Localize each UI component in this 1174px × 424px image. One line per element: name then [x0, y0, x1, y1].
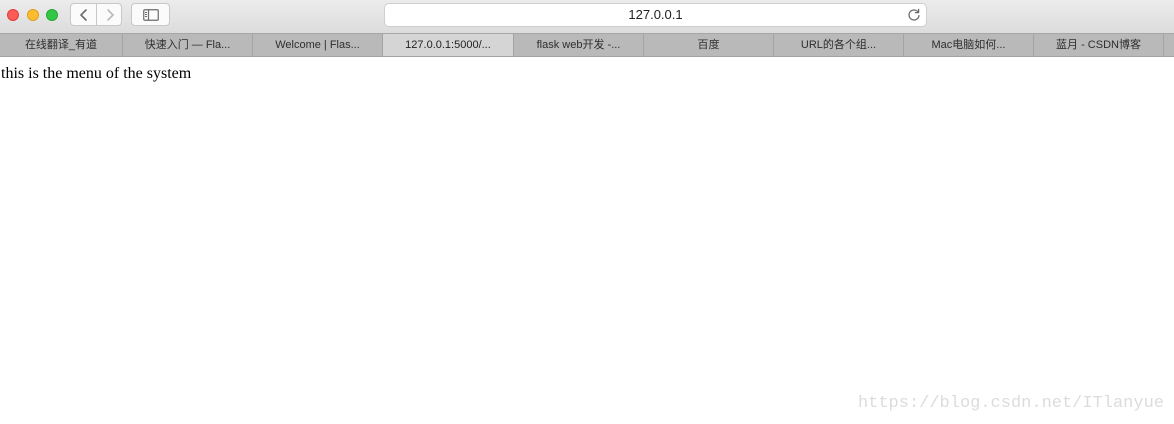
- back-arrow-icon: [79, 8, 87, 21]
- address-text[interactable]: 127.0.0.1: [385, 4, 926, 26]
- tab-url-components[interactable]: URL的各个组...: [774, 34, 904, 56]
- close-window-button[interactable]: [7, 9, 19, 21]
- tab-youdao-translate[interactable]: 在线翻译_有道: [0, 34, 123, 56]
- tab-csdn-blog[interactable]: 蓝月 - CSDN博客: [1034, 34, 1164, 56]
- forward-button[interactable]: [97, 4, 122, 25]
- page-body-text: this is the menu of the system: [1, 65, 192, 82]
- sidebar-icon: [142, 8, 159, 21]
- reload-icon[interactable]: [906, 7, 922, 23]
- address-bar[interactable]: 127.0.0.1: [384, 3, 927, 27]
- sidebar-toggle-button[interactable]: [131, 3, 170, 26]
- tab-baidu[interactable]: 百度: [644, 34, 774, 56]
- minimize-window-button[interactable]: [27, 9, 39, 21]
- forward-arrow-icon: [106, 8, 114, 21]
- tab-flask-web-dev[interactable]: flask web开发 -...: [514, 34, 644, 56]
- tab-flask-quickstart[interactable]: 快速入门 — Fla...: [123, 34, 253, 56]
- tab-bar: 在线翻译_有道 快速入门 — Fla... Welcome | Flas... …: [0, 33, 1174, 57]
- zoom-window-button[interactable]: [46, 9, 58, 21]
- tab-welcome-flask[interactable]: Welcome | Flas...: [253, 34, 383, 56]
- tab-localhost-active[interactable]: 127.0.0.1:5000/...: [383, 34, 514, 56]
- browser-toolbar: 127.0.0.1: [0, 0, 1174, 33]
- tab-mac-howto[interactable]: Mac电脑如何...: [904, 34, 1034, 56]
- navigation-buttons: [70, 3, 122, 26]
- back-button[interactable]: [71, 4, 97, 25]
- watermark-text: https://blog.csdn.net/ITlanyue: [857, 394, 1164, 413]
